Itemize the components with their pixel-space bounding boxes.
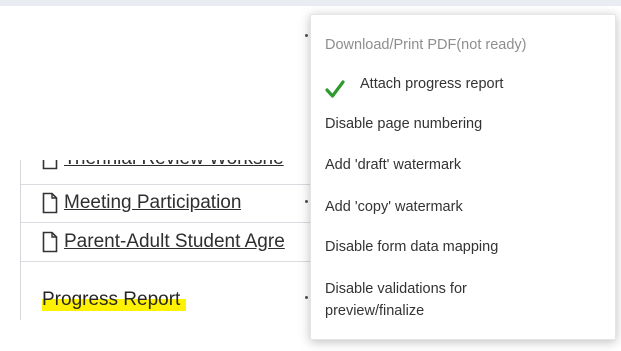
menu-item-attach-progress-report[interactable]: Attach progress report <box>360 74 605 94</box>
menu-item-download-print-pdf: Download/Print PDF(not ready) <box>325 37 527 53</box>
document-link-parent-adult-student-agreement[interactable]: Parent-Adult Student Agre <box>64 231 285 253</box>
menu-anchor-dot <box>305 296 308 299</box>
menu-anchor-dot <box>305 200 308 203</box>
document-icon <box>42 160 58 170</box>
list-item[interactable]: Triennial Review Workshe <box>21 160 321 185</box>
list-item[interactable]: Parent-Adult Student Agre <box>21 223 321 262</box>
progress-report-label[interactable]: Progress Report <box>42 289 187 311</box>
list-item-progress-report[interactable]: Progress Report <box>21 282 321 318</box>
document-icon <box>42 192 58 214</box>
options-menu: Download/Print PDF(not ready) Attach pro… <box>310 14 616 340</box>
top-bar <box>0 0 621 6</box>
list-item-clip: Triennial Review Workshe <box>21 160 321 184</box>
document-link-triennial-review[interactable]: Triennial Review Workshe <box>64 160 284 170</box>
menu-item-add-draft-watermark[interactable]: Add 'draft' watermark <box>325 155 605 175</box>
menu-item-add-copy-watermark[interactable]: Add 'copy' watermark <box>325 197 605 217</box>
document-icon <box>42 231 58 253</box>
menu-item-disable-page-numbering[interactable]: Disable page numbering <box>325 114 605 134</box>
check-icon <box>325 80 345 98</box>
document-list: Triennial Review Workshe Meeting Partici… <box>20 160 321 320</box>
menu-item-disable-validations[interactable]: Disable validations for preview/finalize <box>325 278 525 322</box>
menu-anchor-dot <box>305 34 308 37</box>
menu-item-disable-form-data-mapping[interactable]: Disable form data mapping <box>325 237 605 257</box>
list-item[interactable]: Meeting Participation <box>21 184 321 223</box>
document-link-meeting-participation[interactable]: Meeting Participation <box>64 192 241 214</box>
